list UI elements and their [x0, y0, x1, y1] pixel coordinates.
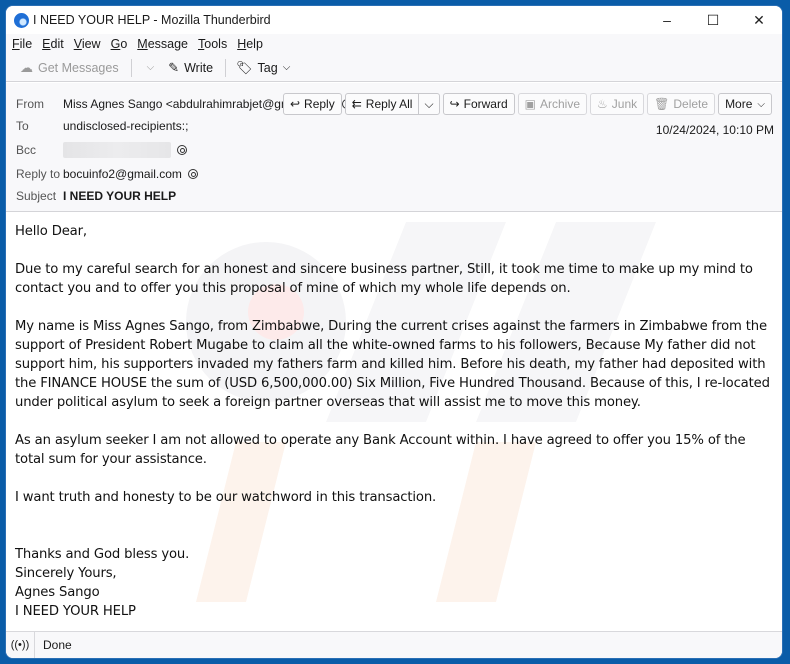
- reply-icon: ↩: [289, 97, 301, 111]
- message-header: From Miss Agnes Sango <abdulrahimrabjet@…: [6, 83, 782, 212]
- reply-to-row: Reply to bocuinfo2@gmail.com: [6, 163, 198, 185]
- more-button[interactable]: More ⌵: [718, 93, 772, 115]
- menu-file[interactable]: File: [12, 37, 32, 51]
- add-contact-icon[interactable]: [177, 145, 187, 155]
- main-toolbar: ☁ Get Messages ⌵ ✎ Write 🏷 Tag ⌵: [6, 54, 782, 82]
- title-bar: I NEED YOUR HELP - Mozilla Thunderbird –…: [6, 6, 782, 34]
- delete-button[interactable]: 🗑 Delete: [647, 93, 716, 115]
- thunderbird-logo-icon: [14, 12, 29, 28]
- menu-edit[interactable]: Edit: [42, 37, 64, 51]
- online-status-icon[interactable]: ((•)): [6, 632, 35, 658]
- trash-icon: 🗑: [654, 97, 670, 111]
- get-messages-dropdown[interactable]: ⌵: [138, 60, 159, 75]
- reply-button[interactable]: ↩ Reply: [282, 93, 342, 115]
- toolbar-divider: [130, 58, 132, 77]
- window-title: I NEED YOUR HELP - Mozilla Thunderbird: [33, 13, 271, 27]
- menu-message[interactable]: Message: [137, 37, 188, 51]
- thunderbird-window: I NEED YOUR HELP - Mozilla Thunderbird –…: [6, 6, 782, 658]
- close-button[interactable]: ✕: [736, 6, 782, 34]
- reply-to-label: Reply to: [16, 167, 61, 181]
- menu-go[interactable]: Go: [111, 37, 128, 51]
- reply-all-button[interactable]: ⇇ Reply All: [344, 93, 420, 115]
- menu-bar: File Edit View Go Message Tools Help: [6, 34, 782, 54]
- reply-all-dropdown[interactable]: ⌵: [418, 93, 440, 115]
- junk-flame-icon: ♨: [597, 97, 608, 111]
- from-label: From: [16, 97, 44, 111]
- bcc-label: Bcc: [16, 143, 37, 157]
- paragraph: My name is Miss Agnes Sango, from Zimbab…: [15, 319, 770, 410]
- bcc-row: Bcc: [6, 139, 187, 161]
- subject-value: I NEED YOUR HELP: [63, 189, 177, 203]
- pencil-icon: ✎: [168, 59, 180, 75]
- menu-help[interactable]: Help: [237, 37, 263, 51]
- signature-line: I NEED YOUR HELP: [15, 604, 136, 619]
- to-value: undisclosed-recipients:;: [63, 119, 189, 133]
- junk-button[interactable]: ♨ Junk: [590, 93, 645, 115]
- status-text: Done: [43, 638, 72, 652]
- maximize-button[interactable]: ☐: [690, 6, 736, 34]
- bcc-redacted-value: [63, 142, 171, 158]
- tag-button[interactable]: 🏷 Tag ⌵: [232, 58, 294, 78]
- get-messages-button[interactable]: ☁ Get Messages: [16, 58, 123, 78]
- signature: Thanks and God bless you. Sincerely Your…: [15, 545, 772, 621]
- reply-all-split: ⇇ Reply All ⌵: [342, 93, 440, 115]
- message-date: 10/24/2024, 10:10 PM: [655, 123, 774, 137]
- toolbar-divider: [225, 58, 227, 77]
- subject-row: Subject I NEED YOUR HELP: [6, 185, 176, 207]
- signature-line: Sincerely Yours,: [15, 566, 117, 581]
- reply-all-icon: ⇇: [351, 97, 362, 111]
- chevron-down-icon: ⌵: [146, 62, 155, 73]
- to-label: To: [16, 119, 29, 133]
- reply-to-value[interactable]: bocuinfo2@gmail.com: [63, 167, 182, 181]
- to-row: To undisclosed-recipients:;: [6, 115, 188, 137]
- message-body: Hello Dear, Due to my careful search for…: [6, 212, 782, 630]
- menu-tools[interactable]: Tools: [198, 37, 227, 51]
- chevron-down-icon: ⌵: [424, 96, 434, 111]
- paragraph: As an asylum seeker I am not allowed to …: [15, 433, 746, 467]
- subject-label: Subject: [16, 189, 57, 203]
- signature-line: Thanks and God bless you.: [15, 547, 190, 562]
- chevron-down-icon: ⌵: [282, 62, 291, 73]
- message-actions: ↩ Reply ⇇ Reply All ⌵ ↪ Forward ▣ Archiv…: [280, 93, 772, 115]
- greeting: Hello Dear,: [15, 224, 87, 239]
- chevron-down-icon: ⌵: [757, 98, 765, 110]
- menu-view[interactable]: View: [74, 37, 101, 51]
- tag-icon: 🏷: [236, 59, 253, 75]
- archive-button[interactable]: ▣ Archive: [517, 93, 588, 115]
- archive-icon: ▣: [524, 97, 536, 111]
- signature-line: Agnes Sango: [15, 585, 100, 600]
- add-contact-icon[interactable]: [187, 169, 198, 179]
- paragraph: Due to my careful search for an honest a…: [15, 262, 753, 296]
- forward-button[interactable]: ↪ Forward: [442, 93, 515, 115]
- status-bar: ((•)) Done: [6, 631, 782, 658]
- paragraph: I want truth and honesty to be our watch…: [15, 490, 437, 505]
- forward-icon: ↪: [449, 97, 460, 111]
- minimize-button[interactable]: –: [644, 6, 690, 34]
- write-button[interactable]: ✎ Write: [164, 58, 217, 78]
- message-text: Hello Dear, Due to my careful search for…: [6, 212, 782, 621]
- cloud-download-icon: ☁: [20, 59, 33, 75]
